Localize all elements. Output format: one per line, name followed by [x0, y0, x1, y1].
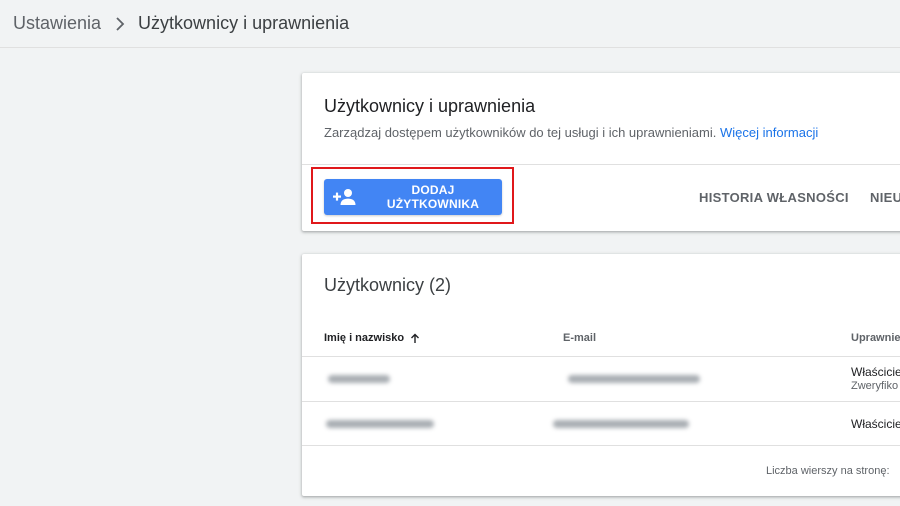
- add-user-button[interactable]: DODAJ UŻYTKOWNIKA: [324, 179, 502, 215]
- column-header-name-label: Imię i nazwisko: [324, 332, 405, 344]
- breadcrumb-parent-link[interactable]: Ustawienia: [13, 13, 101, 34]
- page-description: Zarządzaj dostępem użytkowników do tej u…: [324, 125, 818, 140]
- users-permissions-card: Użytkownicy i uprawnienia Zarządzaj dost…: [302, 73, 900, 231]
- description-text: Zarządzaj dostępem użytkowników do tej u…: [324, 125, 717, 140]
- other-button[interactable]: NIEU: [870, 190, 900, 205]
- divider: [302, 164, 900, 165]
- users-count-title: Użytkownicy (2): [324, 275, 452, 295]
- rows-per-page-label: Liczba wierszy na stronę:: [766, 465, 890, 477]
- redacted-name: [328, 375, 390, 383]
- redacted-email: [553, 420, 689, 428]
- arrow-up-icon: [410, 333, 420, 344]
- permission-value: Właściciel: [851, 365, 900, 379]
- person-add-icon: [333, 187, 357, 207]
- redacted-name: [326, 420, 434, 428]
- divider: [302, 445, 900, 446]
- breadcrumb: Ustawienia Użytkownicy i uprawnienia: [0, 0, 900, 48]
- add-user-label: DODAJ UŻYTKOWNIKA: [386, 183, 480, 211]
- column-header-name[interactable]: Imię i nazwisko: [324, 332, 420, 344]
- divider: [302, 401, 900, 402]
- page-title: Użytkownicy i uprawnienia: [324, 96, 536, 116]
- divider: [302, 356, 900, 357]
- more-info-link[interactable]: Więcej informacji: [720, 125, 818, 140]
- ownership-history-button[interactable]: HISTORIA WŁASNOŚCI: [699, 190, 849, 205]
- chevron-right-icon: [115, 16, 125, 31]
- users-list-card: Użytkownicy (2) Imię i nazwisko E-mail U…: [302, 254, 900, 496]
- column-header-permissions[interactable]: Uprawnien: [851, 332, 900, 344]
- redacted-email: [568, 375, 700, 383]
- verification-status: Zweryfiko: [851, 380, 899, 392]
- permission-value: Właściciel: [851, 417, 900, 431]
- breadcrumb-current: Użytkownicy i uprawnienia: [138, 13, 350, 33]
- column-header-email[interactable]: E-mail: [563, 332, 596, 344]
